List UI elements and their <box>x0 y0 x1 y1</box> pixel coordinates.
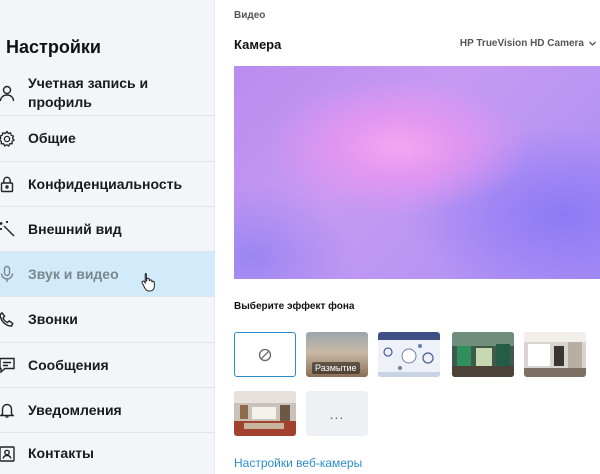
sidebar-item-notifications[interactable]: Уведомления <box>0 388 215 433</box>
background-effect-label: Выберите эффект фона <box>234 301 355 312</box>
sidebar-item-label: Контакты <box>28 445 95 461</box>
background-image-office-loft <box>234 391 296 436</box>
blur-option-label: Размытие <box>312 362 360 374</box>
sidebar-item-label: Общие <box>28 130 76 146</box>
phone-icon <box>0 309 18 331</box>
person-icon <box>0 82 18 104</box>
settings-title: Настройки <box>6 37 101 57</box>
no-effect-icon <box>258 348 272 361</box>
more-options-icon: ... <box>329 405 345 422</box>
sidebar-item-label: Учетная запись и профиль <box>28 74 149 110</box>
video-section-label: Видео <box>234 10 266 21</box>
background-image-option-3[interactable] <box>524 332 586 377</box>
sidebar-item-label: Сообщения <box>28 356 109 373</box>
background-image-winter <box>378 332 440 377</box>
microphone-icon <box>0 263 18 285</box>
background-blur-option[interactable]: Размытие <box>306 332 368 377</box>
message-icon <box>0 354 18 376</box>
camera-preview <box>234 66 600 279</box>
lock-icon <box>0 173 18 195</box>
camera-device-select[interactable]: HP TrueVision HD Camera <box>460 38 597 49</box>
sidebar-item-appearance[interactable]: Внешний вид <box>0 207 215 252</box>
background-none-option[interactable] <box>234 332 296 377</box>
sidebar-item-messages[interactable]: Сообщения <box>0 343 215 388</box>
audio-video-panel: Видео Камера HP TrueVision HD Camera Выб… <box>215 0 600 474</box>
sidebar-item-calls[interactable]: Звонки <box>0 297 215 343</box>
sidebar-item-label: Внешний вид <box>28 220 122 237</box>
sidebar-item-account[interactable]: Учетная запись и профиль <box>0 70 215 116</box>
magic-wand-icon <box>0 218 18 240</box>
camera-device-value: HP TrueVision HD Camera <box>459 38 584 49</box>
webcam-settings-link[interactable]: Настройки веб-камеры <box>234 456 362 470</box>
background-image-option-1[interactable] <box>378 332 440 377</box>
background-image-office-green <box>452 332 514 377</box>
settings-sidebar: Настройки Учетная запись и профиль Общие… <box>0 0 215 474</box>
sidebar-item-contacts[interactable]: Контакты <box>0 433 215 474</box>
more-backgrounds-button[interactable]: ... <box>306 391 368 436</box>
hand-cursor-icon <box>141 273 155 292</box>
sidebar-item-privacy[interactable]: Конфиденциальность <box>0 162 215 207</box>
background-image-option-2[interactable] <box>452 332 514 377</box>
chevron-down-icon <box>589 41 596 46</box>
sidebar-item-label: Звонки <box>28 311 78 327</box>
sidebar-item-label: Звук и видео <box>28 265 119 282</box>
camera-label: Камера <box>234 37 282 52</box>
sidebar-item-audio-video[interactable]: Звук и видео <box>0 252 215 297</box>
contacts-icon <box>0 443 18 465</box>
sidebar-item-general[interactable]: Общие <box>0 116 215 162</box>
bell-icon <box>0 399 18 421</box>
background-image-option-4[interactable] <box>234 391 296 436</box>
gear-icon <box>0 128 18 150</box>
sidebar-item-label: Уведомления <box>28 401 122 418</box>
background-image-room-white <box>524 332 586 377</box>
sidebar-item-label: Конфиденциальность <box>28 175 183 192</box>
